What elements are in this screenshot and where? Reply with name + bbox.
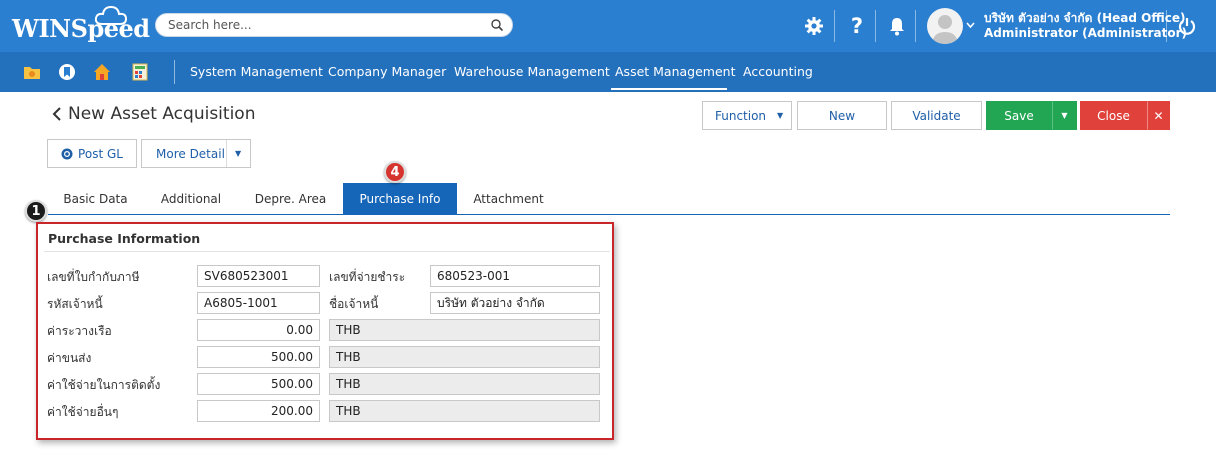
save-button[interactable]: Save [986, 101, 1052, 130]
installation-currency-field: THB [329, 373, 600, 395]
creditor-code-field[interactable]: A6805-1001 [197, 292, 320, 314]
tax-invoice-no-field[interactable]: SV680523001 [197, 265, 320, 287]
tab-additional[interactable]: Additional [145, 183, 237, 214]
installation-cost-label: ค่าใช้จ่ายในการติดตั้ง [47, 378, 161, 392]
app-logo[interactable]: WINSpeed [12, 14, 150, 43]
function-button[interactable]: Function ▼ [702, 101, 792, 130]
post-gl-label: Post GL [78, 146, 123, 161]
search-box[interactable] [155, 13, 513, 37]
back-arrow-icon[interactable] [50, 104, 64, 124]
creditor-name-label: ชื่อเจ้าหนี้ [329, 297, 379, 311]
tab-basic-data[interactable]: Basic Data [48, 183, 143, 214]
caret-down-icon: ▼ [235, 149, 242, 158]
tax-invoice-no-label: เลขที่ใบกำกับภาษี [47, 270, 140, 284]
bell-icon[interactable] [884, 13, 910, 39]
save-options-button[interactable]: ▼ [1052, 101, 1077, 130]
header-divider [834, 10, 835, 42]
user-name: Administrator (Administrator) [984, 26, 1188, 40]
freight-label: ค่าระวางเรือ [47, 324, 112, 338]
nav-system-management[interactable]: System Management [190, 64, 323, 79]
tab-depre-area[interactable]: Depre. Area [240, 183, 341, 214]
split-divider [226, 140, 227, 167]
payment-no-label: เลขที่จ่ายชำระ [329, 270, 406, 284]
tab-underline [48, 214, 1170, 215]
panel-divider [44, 251, 610, 252]
nav-warehouse-management[interactable]: Warehouse Management [454, 64, 610, 79]
shipping-currency-field: THB [329, 346, 600, 368]
shipping-amount-field[interactable]: 500.00 [197, 346, 320, 368]
step-badge-1: 1 [25, 200, 47, 222]
top-header: WINSpeed ? [0, 0, 1216, 52]
header-divider [1166, 10, 1167, 42]
power-icon[interactable] [1174, 13, 1200, 39]
installation-cost-field[interactable]: 500.00 [197, 373, 320, 395]
panel-heading: Purchase Information [48, 231, 201, 246]
other-cost-label: ค่าใช้จ่ายอื่นๆ [47, 405, 119, 419]
nav-company-manager[interactable]: Company Manager [328, 64, 446, 79]
folder-icon[interactable] [22, 62, 42, 82]
search-icon[interactable] [490, 18, 504, 32]
other-cost-field[interactable]: 200.00 [197, 400, 320, 422]
new-button[interactable]: New [797, 101, 887, 130]
freight-amount-field[interactable]: 0.00 [197, 319, 320, 341]
tab-purchase-info[interactable]: Purchase Info [343, 183, 457, 214]
validate-button[interactable]: Validate [891, 101, 982, 130]
shipping-label: ค่าขนส่ง [47, 351, 92, 365]
more-detail-button[interactable]: More Detail ▼ [141, 139, 251, 168]
close-icon[interactable]: ✕ [1147, 101, 1170, 130]
post-gl-button[interactable]: Post GL [47, 139, 137, 168]
search-input[interactable] [168, 18, 478, 32]
payment-no-field[interactable]: 680523-001 [430, 265, 600, 287]
calculator-icon[interactable] [130, 62, 150, 82]
post-gl-icon [61, 148, 73, 159]
chevron-down-icon[interactable] [966, 20, 975, 31]
tab-attachment[interactable]: Attachment [460, 183, 557, 214]
help-icon[interactable]: ? [844, 13, 870, 39]
step-badge-4: 4 [384, 161, 406, 183]
close-button[interactable]: Close [1080, 101, 1147, 130]
gear-icon[interactable] [801, 13, 827, 39]
main-nav: System Management Company Manager Wareho… [0, 52, 1216, 92]
creditor-code-label: รหัสเจ้าหนี้ [47, 297, 103, 311]
caret-down-icon: ▼ [777, 111, 784, 120]
bookmark-icon[interactable] [57, 62, 77, 82]
function-button-label: Function [715, 108, 767, 123]
purchase-info-panel: Purchase Information เลขที่ใบกำกับภาษี S… [36, 222, 614, 440]
creditor-name-field[interactable]: บริษัท ตัวอย่าง จำกัด [430, 292, 600, 314]
freight-currency-field: THB [329, 319, 600, 341]
more-detail-label: More Detail [156, 146, 225, 161]
other-currency-field: THB [329, 400, 600, 422]
nav-accounting[interactable]: Accounting [743, 64, 813, 79]
nav-divider [174, 60, 175, 84]
header-divider [875, 10, 876, 42]
nav-asset-management[interactable]: Asset Management [615, 64, 735, 79]
home-icon[interactable] [92, 62, 112, 82]
header-divider [915, 10, 916, 42]
caret-down-icon: ▼ [1061, 111, 1068, 120]
nav-active-indicator [611, 88, 727, 90]
page-title: New Asset Acquisition [68, 104, 256, 124]
avatar[interactable] [927, 8, 963, 44]
